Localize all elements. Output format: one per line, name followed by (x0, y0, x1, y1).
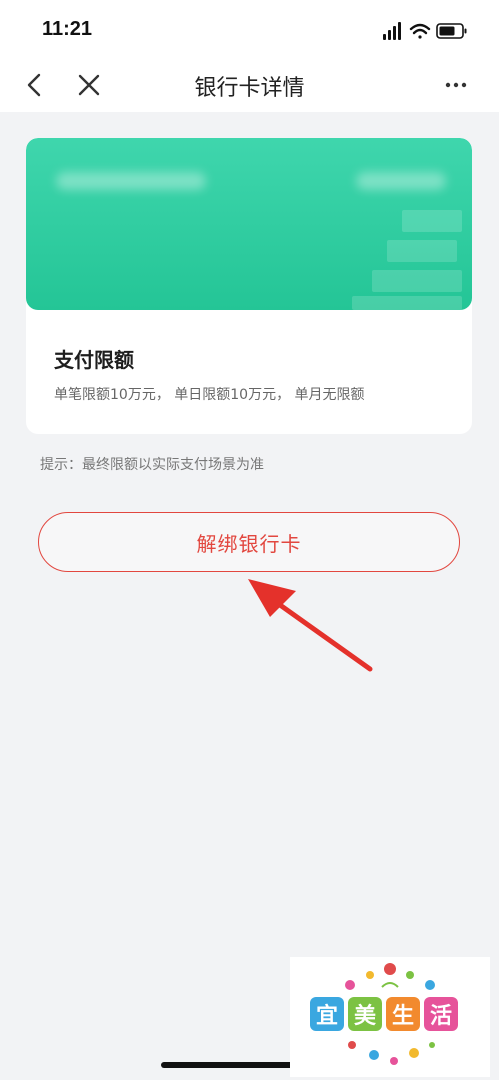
annotation-arrow-icon (248, 579, 373, 672)
unbind-card-button[interactable]: 解绑银行卡 (38, 512, 460, 572)
watermark-logo: 宜 美 生 活 (290, 957, 490, 1077)
logo-tile-1: 宜 (310, 997, 344, 1031)
status-time: 11:21 (42, 18, 93, 40)
flower-decoration-bottom-icon (348, 1041, 435, 1065)
logo-tile-2: 美 (348, 997, 382, 1031)
logo-tile-3: 生 (386, 997, 420, 1031)
wifi-icon (409, 23, 431, 39)
status-icons (383, 22, 467, 40)
battery-icon (436, 23, 467, 39)
flower-decoration-icon (345, 963, 435, 990)
signal-icon (383, 22, 401, 40)
logo-tile-4: 活 (424, 997, 458, 1031)
status-bar: 11:21 (0, 0, 499, 60)
bank-card-panel: 支付限额 单笔限额10万元， 单日限额10万元， 单月无限额 (26, 138, 472, 434)
card-info-redacted-right (356, 172, 446, 190)
payment-limit-title: 支付限额 (54, 348, 134, 372)
bank-card[interactable] (26, 138, 472, 310)
limit-hint-text: 提示：最终限额以实际支付场景为准 (40, 457, 264, 473)
page-title: 银行卡详情 (194, 76, 305, 101)
more-horizontal-icon[interactable] (443, 72, 469, 98)
logo-tiles: 宜 美 生 活 (310, 997, 458, 1031)
payment-limit-description: 单笔限额10万元， 单日限额10万元， 单月无限额 (54, 387, 365, 403)
bank-logo-watermark (352, 210, 462, 310)
card-info-redacted (56, 172, 206, 190)
navigation-bar: 银行卡详情 (0, 60, 499, 112)
